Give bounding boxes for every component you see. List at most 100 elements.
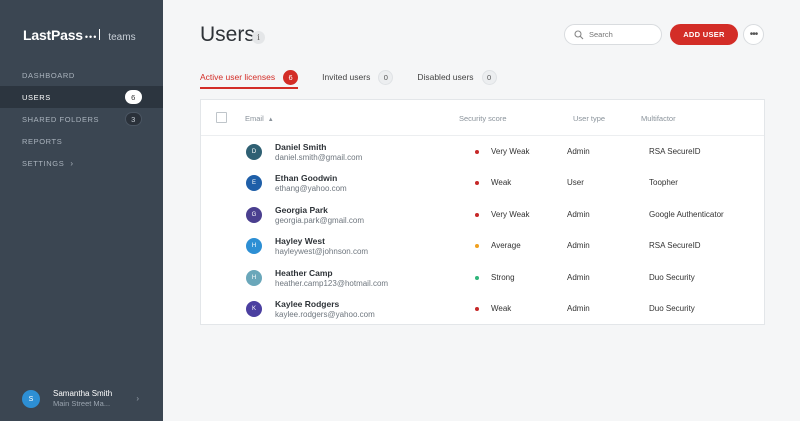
info-icon[interactable]: i [252, 31, 265, 44]
column-label: Email [245, 114, 264, 123]
logo-divider [99, 29, 101, 40]
table-row[interactable]: H Heather Camp heather.camp123@hotmail.com… [201, 262, 764, 293]
sidebar-nav: DASHBOARD USERS 6 SHARED FOLDERS 3 REPOR… [0, 64, 163, 174]
multifactor-method: RSA SecureID [649, 147, 701, 156]
table-header: Email ▲ Security score User type Multifac… [201, 100, 764, 136]
avatar: S [22, 390, 40, 408]
user-type: Admin [567, 147, 590, 156]
multifactor-method: RSA SecureID [649, 241, 701, 251]
user-name: Georgia Park [275, 204, 328, 215]
tab-label: Active user licenses [200, 72, 276, 82]
account-org: Main Street Ma... [53, 399, 111, 408]
security-score: Strong [491, 272, 515, 282]
user-name: Hayley West [275, 236, 325, 247]
security-score: Very Weak [491, 209, 530, 219]
multifactor-method: Google Authenticator [649, 209, 724, 219]
table-row[interactable]: K Kaylee Rodgers kaylee.rodgers@yahoo.com W… [201, 293, 764, 324]
sidebar-item-label: DASHBOARD [22, 70, 75, 80]
sidebar-item-label: USERS [22, 92, 51, 102]
shared-folders-count-badge: 3 [125, 112, 142, 126]
column-header-email[interactable]: Email ▲ [245, 114, 274, 123]
tab-count-badge: 6 [283, 69, 299, 85]
column-header-security-score[interactable]: Security score [459, 114, 507, 123]
tab-invited-users[interactable]: Invited users 0 [322, 66, 394, 88]
avatar: G [246, 206, 262, 223]
security-score: Very Weak [491, 147, 530, 156]
avatar: E [246, 175, 262, 192]
logo-text: LastPass [23, 27, 83, 43]
tab-count-badge: 0 [378, 69, 394, 85]
user-email: hayleywest@johnson.com [275, 247, 369, 257]
security-score: Weak [491, 303, 512, 313]
table-body: D Daniel Smith daniel.smith@gmail.com Very … [201, 136, 764, 324]
sidebar-item-users[interactable]: USERS 6 [0, 86, 163, 108]
user-type: Admin [567, 241, 590, 251]
sidebar: LastPass ••• teams DASHBOARD USERS 6 SHA… [0, 0, 163, 421]
user-name: Heather Camp [275, 267, 333, 278]
logo-dots: ••• [84, 32, 98, 42]
sort-ascending-icon: ▲ [267, 117, 274, 123]
page-title: Users [200, 23, 255, 46]
chevron-right-icon: › [136, 394, 139, 403]
user-name: Daniel Smith [275, 142, 327, 152]
security-status-dot [475, 275, 479, 280]
tab-count-badge: 0 [481, 69, 497, 85]
security-status-dot [475, 212, 479, 217]
multifactor-method: Duo Security [649, 303, 695, 313]
user-email: kaylee.rodgers@yahoo.com [275, 309, 375, 319]
user-type: Admin [567, 272, 590, 282]
avatar: H [246, 269, 262, 286]
add-user-button[interactable]: ADD USER [670, 24, 738, 45]
security-status-dot [475, 181, 479, 186]
tab-active-user-licenses[interactable]: Active user licenses 6 [200, 66, 299, 89]
user-name: Ethan Goodwin [275, 173, 338, 184]
table-row[interactable]: E Ethan Goodwin ethang@yahoo.com Weak User To… [201, 167, 764, 198]
more-options-icon[interactable]: ••• [743, 24, 764, 45]
security-status-dot [475, 150, 479, 154]
search-input[interactable] [589, 30, 659, 39]
user-email: georgia.park@gmail.com [275, 215, 365, 225]
sidebar-item-label: SHARED FOLDERS [22, 114, 100, 124]
avatar: D [246, 144, 262, 160]
table-row[interactable]: G Georgia Park georgia.park@gmail.com Very … [201, 199, 764, 230]
users-table: Email ▲ Security score User type Multifac… [200, 99, 765, 325]
security-score: Weak [491, 178, 512, 188]
table-row[interactable]: D Daniel Smith daniel.smith@gmail.com Very … [201, 136, 764, 167]
sidebar-item-dashboard[interactable]: DASHBOARD [0, 64, 163, 86]
security-status-dot [475, 244, 479, 249]
account-info: Samantha Smith Main Street Ma... [53, 389, 112, 409]
account-name: Samantha Smith [53, 389, 113, 398]
user-type: Admin [567, 209, 590, 219]
tab-disabled-users[interactable]: Disabled users 0 [417, 66, 497, 88]
sidebar-item-label: REPORTS [22, 136, 63, 146]
column-header-user-type[interactable]: User type [573, 114, 605, 123]
sidebar-item-shared-folders[interactable]: SHARED FOLDERS 3 [0, 108, 163, 130]
multifactor-method: Duo Security [649, 272, 695, 282]
user-email: daniel.smith@gmail.com [275, 153, 363, 162]
column-header-multifactor[interactable]: Multifactor [641, 114, 676, 123]
security-score: Average [491, 241, 521, 251]
logo-product: teams [108, 32, 136, 43]
table-row[interactable]: H Hayley West hayleywest@johnson.com Averag… [201, 230, 764, 261]
user-name: Kaylee Rodgers [275, 298, 340, 309]
main-content: Users i ADD USER ••• Active user license… [163, 0, 800, 421]
select-all-checkbox[interactable] [216, 112, 227, 123]
user-tabs: Active user licenses 6 Invited users 0 D… [200, 66, 521, 89]
user-email: heather.camp123@hotmail.com [275, 278, 389, 288]
sidebar-item-reports[interactable]: REPORTS [0, 130, 163, 152]
sidebar-item-label: SETTINGS [22, 158, 65, 168]
user-type: User [567, 178, 584, 188]
lastpass-logo[interactable]: LastPass ••• teams [23, 27, 136, 43]
sidebar-item-settings[interactable]: SETTINGS › [0, 152, 163, 174]
users-count-badge: 6 [125, 90, 142, 104]
user-type: Admin [567, 303, 590, 313]
search-icon [574, 29, 584, 39]
user-email: ethang@yahoo.com [275, 184, 347, 194]
avatar: H [246, 238, 262, 255]
tab-label: Invited users [322, 72, 371, 82]
search-box[interactable] [564, 24, 662, 45]
security-status-dot [475, 306, 479, 311]
account-menu[interactable]: S Samantha Smith Main Street Ma... › [22, 387, 147, 411]
multifactor-method: Toopher [649, 178, 678, 188]
avatar: K [246, 300, 262, 317]
